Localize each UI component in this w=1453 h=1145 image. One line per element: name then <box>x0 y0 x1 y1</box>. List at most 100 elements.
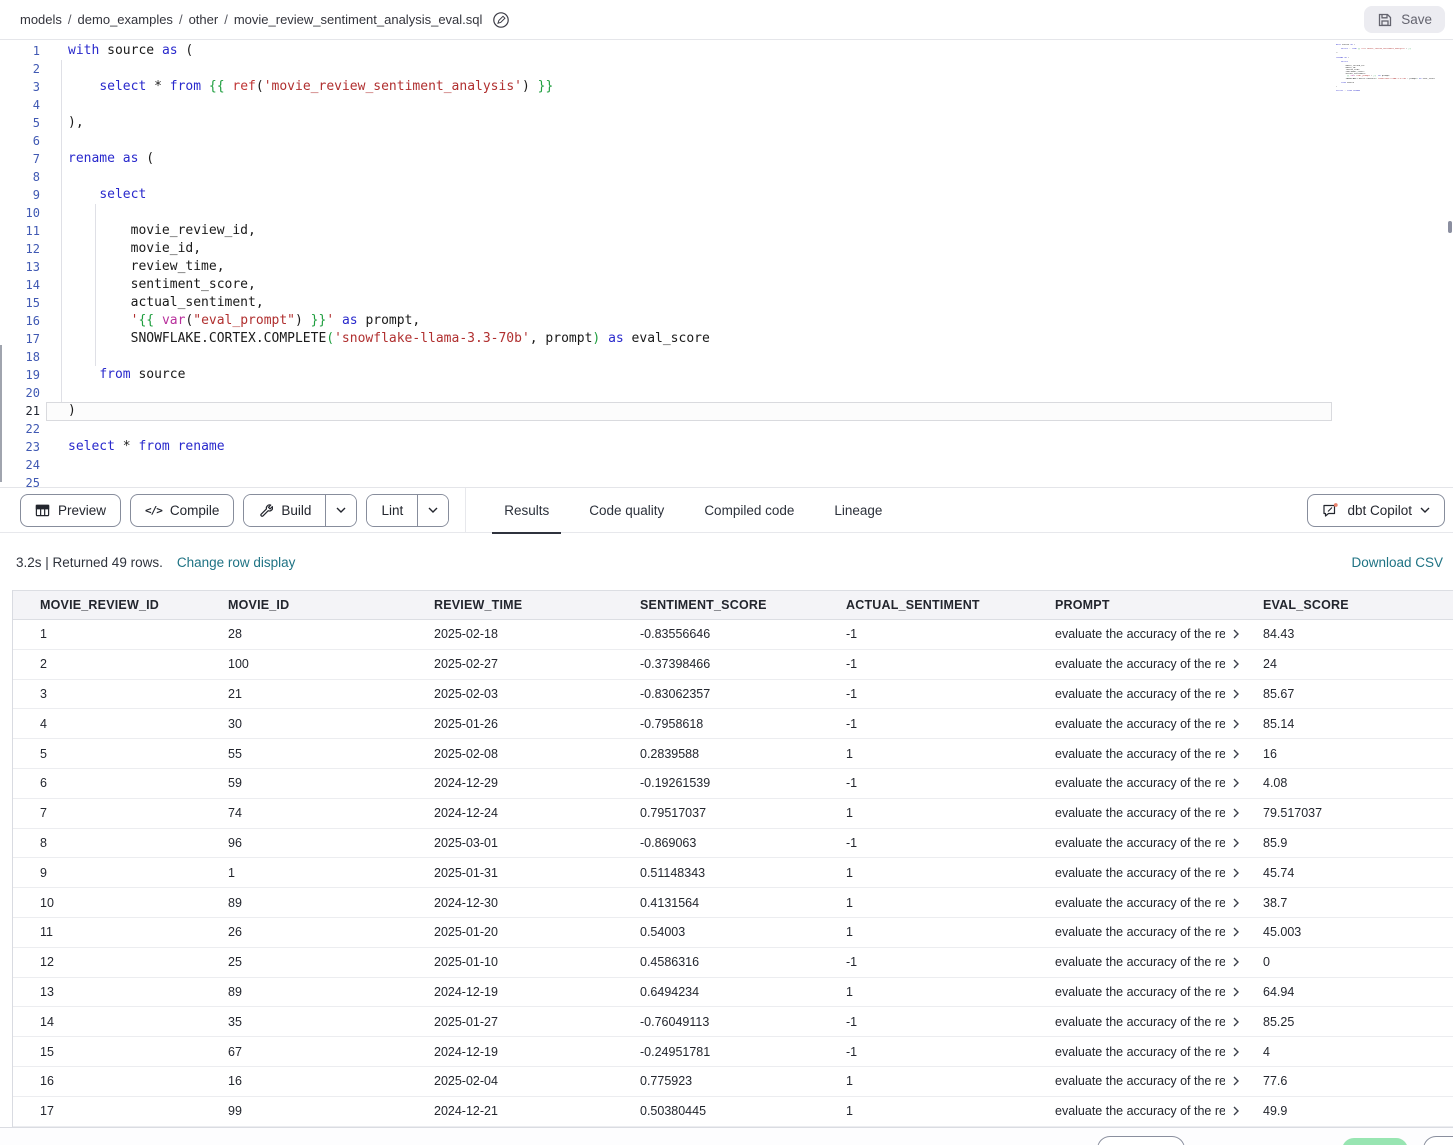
change-row-display-link[interactable]: Change row display <box>177 555 296 570</box>
editor-line[interactable]: 24 <box>0 456 1453 474</box>
breadcrumb-segment[interactable]: demo_examples <box>78 12 173 27</box>
editor-line[interactable]: 11 movie_review_id, <box>0 222 1453 240</box>
editor-line[interactable]: 10 <box>0 204 1453 222</box>
save-button[interactable]: Save <box>1364 6 1445 33</box>
tab-results[interactable]: Results <box>492 488 561 533</box>
lint-dropdown-button[interactable] <box>417 495 448 526</box>
expand-prompt-chevron-icon[interactable] <box>1232 659 1240 669</box>
cell-review_time: 2024-12-21 <box>434 1104 640 1118</box>
line-number[interactable]: 13 <box>0 258 40 276</box>
breadcrumb-segment[interactable]: movie_review_sentiment_analysis_eval.sql <box>234 12 483 27</box>
line-number[interactable]: 23 <box>0 438 40 456</box>
expand-prompt-chevron-icon[interactable] <box>1232 957 1240 967</box>
line-number[interactable]: 3 <box>0 78 40 96</box>
line-number[interactable]: 2 <box>0 60 40 78</box>
editor-line[interactable]: 4 <box>0 96 1453 114</box>
editor-line[interactable]: 9 select <box>0 186 1453 204</box>
table-row: 14352025-01-27-0.76049113-1evaluate the … <box>13 1007 1453 1037</box>
line-number[interactable]: 8 <box>0 168 40 186</box>
editor-line[interactable]: 21) <box>0 402 1453 420</box>
minimap-line <box>1336 94 1448 96</box>
line-number[interactable]: 25 <box>0 474 40 487</box>
editor-line[interactable]: 12 movie_id, <box>0 240 1453 258</box>
compile-button[interactable]: </> Compile <box>130 494 234 527</box>
line-number[interactable]: 20 <box>0 384 40 402</box>
dbt-copilot-button[interactable]: dbt Copilot <box>1307 494 1445 527</box>
code-editor[interactable]: 1with source as (2 3 select * from {{ re… <box>0 41 1453 487</box>
expand-prompt-chevron-icon[interactable] <box>1232 927 1240 937</box>
line-number[interactable]: 21 <box>0 402 40 420</box>
line-number[interactable]: 12 <box>0 240 40 258</box>
editor-line[interactable]: 25 <box>0 474 1453 487</box>
cell-actual_sentiment: -1 <box>846 687 1055 701</box>
editor-line[interactable]: 16 '{{ var("eval_prompt") }}' as prompt, <box>0 312 1453 330</box>
expand-prompt-chevron-icon[interactable] <box>1232 749 1240 759</box>
editor-line[interactable]: 8 <box>0 168 1453 186</box>
editor-line[interactable]: 2 <box>0 60 1453 78</box>
edit-file-icon[interactable] <box>492 11 510 29</box>
line-number[interactable]: 18 <box>0 348 40 366</box>
editor-line[interactable]: 15 actual_sentiment, <box>0 294 1453 312</box>
editor-line[interactable]: 13 review_time, <box>0 258 1453 276</box>
editor-line[interactable]: 1with source as ( <box>0 42 1453 60</box>
build-button[interactable]: Build <box>244 495 325 526</box>
editor-line[interactable]: 17 SNOWFLAKE.CORTEX.COMPLETE('snowflake-… <box>0 330 1453 348</box>
expand-prompt-chevron-icon[interactable] <box>1232 1017 1240 1027</box>
line-number[interactable]: 11 <box>0 222 40 240</box>
expand-prompt-chevron-icon[interactable] <box>1232 689 1240 699</box>
cell-movie_review_id: 12 <box>40 955 228 969</box>
expand-prompt-chevron-icon[interactable] <box>1232 719 1240 729</box>
footer-status-button[interactable] <box>1342 1138 1408 1145</box>
line-number[interactable]: 24 <box>0 456 40 474</box>
tab-compiled-code[interactable]: Compiled code <box>692 488 806 533</box>
lint-button[interactable]: Lint <box>367 495 417 526</box>
expand-prompt-chevron-icon[interactable] <box>1232 629 1240 639</box>
editor-line[interactable]: 18 <box>0 348 1453 366</box>
editor-line[interactable]: 22 <box>0 420 1453 438</box>
editor-line[interactable]: 14 sentiment_score, <box>0 276 1453 294</box>
expand-prompt-chevron-icon[interactable] <box>1232 1047 1240 1057</box>
expand-prompt-chevron-icon[interactable] <box>1232 778 1240 788</box>
line-number[interactable]: 10 <box>0 204 40 222</box>
footer-action-button[interactable] <box>1097 1136 1185 1145</box>
expand-prompt-chevron-icon[interactable] <box>1232 808 1240 818</box>
code-text: from source <box>68 366 185 384</box>
editor-line[interactable]: 6 <box>0 132 1453 150</box>
line-number[interactable]: 15 <box>0 294 40 312</box>
footer-menu-button[interactable] <box>1423 1136 1453 1145</box>
line-number[interactable]: 22 <box>0 420 40 438</box>
line-number[interactable]: 4 <box>0 96 40 114</box>
editor-line[interactable]: 5), <box>0 114 1453 132</box>
editor-scrollbar-thumb[interactable] <box>1448 221 1452 233</box>
preview-button[interactable]: Preview <box>20 494 121 527</box>
editor-line[interactable]: 3 select * from {{ ref('movie_review_sen… <box>0 78 1453 96</box>
line-number[interactable]: 14 <box>0 276 40 294</box>
line-number[interactable]: 9 <box>0 186 40 204</box>
editor-line[interactable]: 23select * from rename <box>0 438 1453 456</box>
expand-prompt-chevron-icon[interactable] <box>1232 898 1240 908</box>
expand-prompt-chevron-icon[interactable] <box>1232 1076 1240 1086</box>
cell-prompt: evaluate the accuracy of the res… <box>1055 627 1263 641</box>
minimap[interactable]: with source as ( select * from {{ ref('m… <box>1336 44 1448 96</box>
expand-prompt-chevron-icon[interactable] <box>1232 987 1240 997</box>
line-number[interactable]: 7 <box>0 150 40 168</box>
line-number[interactable]: 6 <box>0 132 40 150</box>
tab-lineage[interactable]: Lineage <box>822 488 894 533</box>
expand-prompt-chevron-icon[interactable] <box>1232 838 1240 848</box>
line-number[interactable]: 19 <box>0 366 40 384</box>
editor-line[interactable]: 20 <box>0 384 1453 402</box>
editor-line[interactable]: 7rename as ( <box>0 150 1453 168</box>
breadcrumb-segment[interactable]: other <box>189 12 219 27</box>
download-csv-link[interactable]: Download CSV <box>1351 555 1443 570</box>
breadcrumb-segment[interactable]: models <box>20 12 62 27</box>
expand-prompt-chevron-icon[interactable] <box>1232 868 1240 878</box>
tab-code-quality[interactable]: Code quality <box>577 488 676 533</box>
line-number[interactable]: 1 <box>0 42 40 60</box>
line-number[interactable]: 16 <box>0 312 40 330</box>
line-number[interactable]: 5 <box>0 114 40 132</box>
expand-prompt-chevron-icon[interactable] <box>1232 1106 1240 1116</box>
line-number[interactable]: 17 <box>0 330 40 348</box>
cell-review_time: 2025-01-26 <box>434 717 640 731</box>
build-dropdown-button[interactable] <box>325 495 356 526</box>
editor-line[interactable]: 19 from source <box>0 366 1453 384</box>
